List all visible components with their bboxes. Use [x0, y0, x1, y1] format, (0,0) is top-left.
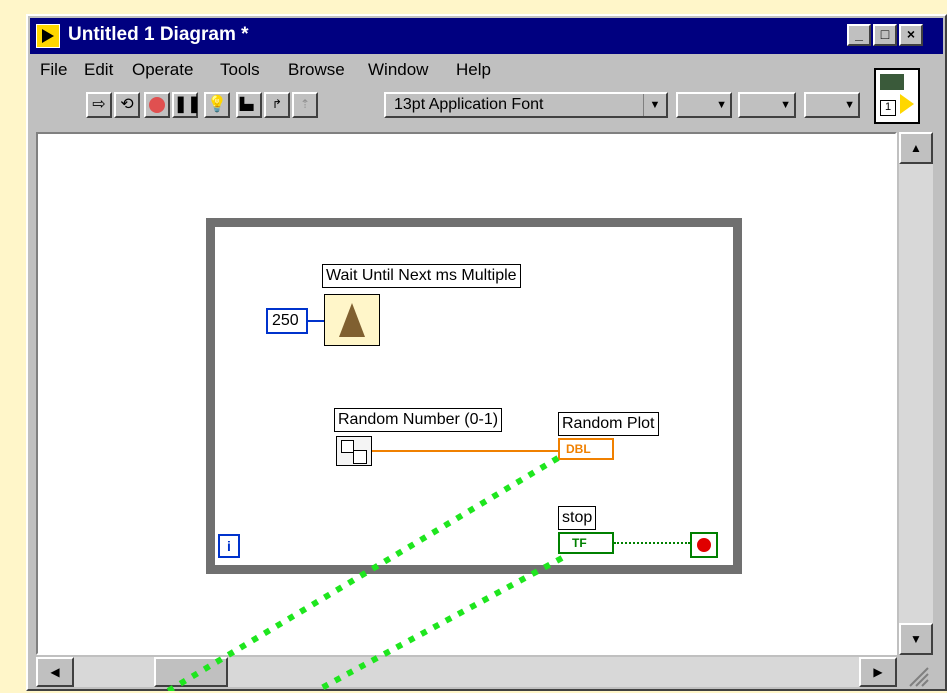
pause-icon[interactable]: ❚❚ — [172, 92, 201, 118]
step-over-icon[interactable]: ↱ — [264, 92, 290, 118]
stop-wire — [614, 542, 690, 544]
block-diagram[interactable]: Wait Until Next ms Multiple 250 Random N… — [36, 132, 897, 655]
menu-file[interactable]: File — [40, 60, 67, 80]
scroll-thumb[interactable] — [154, 657, 228, 687]
minimize-button[interactable]: _ — [847, 24, 871, 46]
scroll-left-button[interactable]: ◀ — [36, 657, 74, 687]
step-out-icon[interactable]: ⇡ — [292, 92, 318, 118]
close-button[interactable]: × — [899, 24, 923, 46]
wait-label: Wait Until Next ms Multiple — [322, 264, 521, 288]
random-data-wire — [372, 450, 558, 452]
highlight-execution-icon[interactable]: 💡 — [204, 92, 230, 118]
monitor-icon — [880, 74, 904, 90]
font-selector-value: 13pt Application Font — [394, 96, 544, 113]
scroll-down-button[interactable]: ▼ — [899, 623, 933, 655]
stop-condition-icon[interactable] — [690, 532, 718, 558]
stop-label: stop — [558, 506, 597, 530]
menu-edit[interactable]: Edit — [84, 60, 113, 80]
vi-connector-icon[interactable]: 1 — [874, 68, 920, 124]
run-continuous-icon[interactable]: ⟲ — [114, 92, 140, 118]
run-arrow-icon[interactable]: ⇨ — [86, 92, 112, 118]
vertical-scrollbar[interactable]: ▲ ▼ — [899, 132, 933, 655]
font-selector[interactable]: 13pt Application Font ▼ — [384, 92, 668, 118]
labview-window: Untitled 1 Diagram * _ □ × File Edit Ope… — [26, 14, 947, 691]
abort-icon[interactable] — [144, 92, 170, 118]
random-label: Random Number (0-1) — [334, 408, 503, 432]
reorder-icon[interactable]: ▼ — [804, 92, 860, 118]
menu-tools[interactable]: Tools — [220, 60, 260, 80]
scroll-up-button[interactable]: ▲ — [899, 132, 933, 164]
iteration-terminal[interactable]: i — [218, 534, 240, 558]
menu-window[interactable]: Window — [368, 60, 428, 80]
horizontal-scrollbar[interactable]: ◀ ▶ — [36, 657, 897, 687]
metronome-icon[interactable] — [324, 294, 380, 346]
plot-terminal[interactable]: DBL — [558, 438, 614, 460]
labview-app-icon[interactable] — [36, 24, 60, 48]
scroll-right-button[interactable]: ▶ — [859, 657, 897, 687]
menu-operate[interactable]: Operate — [132, 60, 193, 80]
toolbar: ⇨ ⟲ ❚❚ 💡 ▙▖ ↱ ⇡ 13pt Application Font ▼ … — [28, 90, 868, 130]
resize-grip-icon[interactable] — [902, 662, 930, 688]
menu-help[interactable]: Help — [456, 60, 491, 80]
run-arrow-small-icon — [900, 94, 914, 114]
chevron-down-icon: ▼ — [643, 94, 666, 116]
step-into-icon[interactable]: ▙▖ — [236, 92, 262, 118]
stop-terminal[interactable]: TF — [558, 532, 614, 554]
maximize-button[interactable]: □ — [873, 24, 897, 46]
connector-pane-icon: 1 — [880, 100, 896, 116]
window-title: Untitled 1 Diagram * — [68, 24, 249, 45]
align-icon[interactable]: ▼ — [676, 92, 732, 118]
menu-browse[interactable]: Browse — [288, 60, 345, 80]
wait-constant[interactable]: 250 — [266, 308, 308, 334]
title-bar[interactable]: Untitled 1 Diagram * _ □ × — [30, 18, 943, 54]
constant-wire — [308, 320, 324, 322]
plot-label: Random Plot — [558, 412, 659, 436]
distribute-icon[interactable]: ▼ — [738, 92, 796, 118]
dice-icon[interactable] — [336, 436, 372, 466]
